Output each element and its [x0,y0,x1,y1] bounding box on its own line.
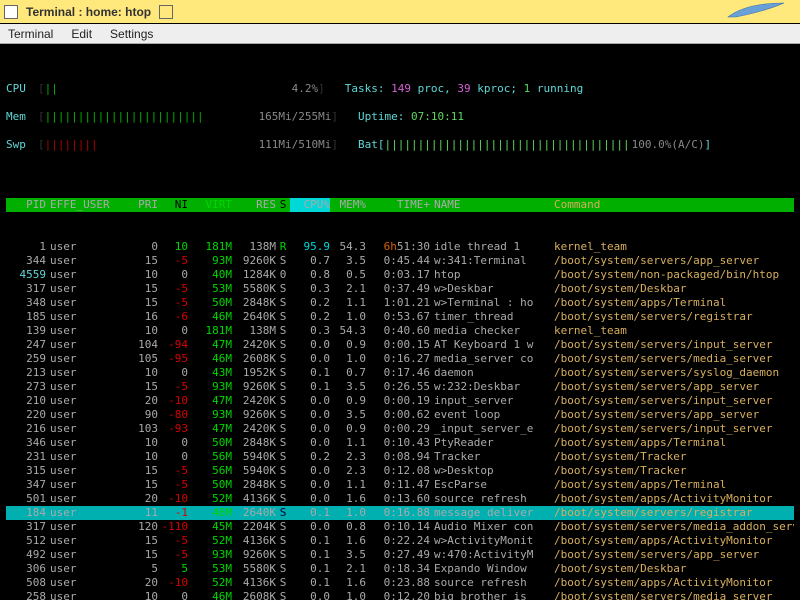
process-row[interactable]: 317user120-11045M2204KS0.00.80:10.14Audi… [6,520,794,534]
mem-meter-label: Mem [6,110,38,124]
process-row[interactable]: 247user104-9447M2420KS0.00.90:00.15AT Ke… [6,338,794,352]
process-row[interactable]: 231user10056M5940KS0.22.30:08.94Tracker/… [6,450,794,464]
process-row[interactable]: 1user010181M138MR95.954.36h51:30idle thr… [6,240,794,254]
swap-meter-label: Swp [6,138,38,152]
close-button[interactable] [4,5,18,19]
hdr-time[interactable]: TIME+ [366,198,430,212]
process-row[interactable]: 213user10043M1952KS0.10.70:17.46daemon/b… [6,366,794,380]
titlebar: Terminal : home: htop [0,0,800,24]
process-row[interactable]: 306user5553M5580KS0.12.10:18.34Expando W… [6,562,794,576]
menubar: Terminal Edit Settings [0,24,800,44]
hdr-cpu[interactable]: CPU% [290,198,330,212]
process-row[interactable]: 492user15-593M9260KS0.13.50:27.49w:470:A… [6,548,794,562]
zoom-button[interactable] [159,5,173,19]
menu-edit[interactable]: Edit [71,27,92,41]
process-row[interactable]: 344user15-593M9260KS0.73.50:45.44w:341:T… [6,254,794,268]
tasks-label: Tasks: 149 proc, 39 kproc; 1 running [345,82,583,96]
feather-decoration [726,1,786,22]
process-row[interactable]: 4559user10040M1284K00.80.50:03.17htop/bo… [6,268,794,282]
process-row[interactable]: 347user15-550M2848KS0.01.10:11.47EscPars… [6,478,794,492]
hdr-pri[interactable]: PRI [126,198,158,212]
process-row[interactable]: 501user20-1052M4136KS0.01.60:13.60source… [6,492,794,506]
process-row[interactable]: 508user20-1052M4136KS0.11.60:23.88source… [6,576,794,590]
process-row[interactable]: 317user15-553M5580KS0.32.10:37.49w>Deskb… [6,282,794,296]
process-row[interactable]: 315user15-556M5940KS0.02.30:12.08w>Deskt… [6,464,794,478]
window: Terminal : home: htop Terminal Edit Sett… [0,0,800,600]
process-row[interactable]: 259user105-9546M2608KS0.01.00:16.27media… [6,352,794,366]
process-list[interactable]: 1user010181M138MR95.954.36h51:30idle thr… [6,240,794,600]
hdr-cmd[interactable]: Command [550,198,794,212]
terminal[interactable]: CPU[|| 4.2%] Tasks: 149 proc, 39 kproc; … [0,44,800,600]
hdr-user[interactable]: EFFE_USER [46,198,126,212]
window-title: Terminal : home: htop [26,5,151,19]
hdr-ni[interactable]: NI [158,198,188,212]
process-row[interactable]: 512user15-552M4136KS0.11.60:22.24w>Activ… [6,534,794,548]
hdr-name[interactable]: NAME [430,198,550,212]
meters: CPU[|| 4.2%] Tasks: 149 proc, 39 kproc; … [6,68,794,166]
menu-settings[interactable]: Settings [110,27,153,41]
hdr-mem[interactable]: MEM% [330,198,366,212]
process-row[interactable]: 210user20-1047M2420KS0.00.90:00.19input_… [6,394,794,408]
process-row[interactable]: 185user16-646M2640KS0.21.00:53.67timer_t… [6,310,794,324]
hdr-pid[interactable]: PID [6,198,46,212]
uptime-label: Uptime: 07:10:11 [358,110,464,124]
cpu-meter-label: CPU [6,82,38,96]
process-row[interactable]: 220user90-8093M9260KS0.03.50:00.62event … [6,408,794,422]
process-row[interactable]: 346user10050M2848KS0.01.10:10.43PtyReade… [6,436,794,450]
process-row[interactable]: 273user15-593M9260KS0.13.50:26.55w:232:D… [6,380,794,394]
process-row[interactable]: 348user15-550M2848KS0.21.11:01.21w>Termi… [6,296,794,310]
process-row[interactable]: 139user100181M138MS0.354.30:40.60media c… [6,324,794,338]
process-row[interactable]: 258user10046M2608KS0.01.00:12.20big brot… [6,590,794,600]
menu-terminal[interactable]: Terminal [8,27,53,41]
hdr-res[interactable]: RES [232,198,276,212]
process-row[interactable]: 184user11-146M2640KS0.11.00:16.88message… [6,506,794,520]
column-headers[interactable]: PID EFFE_USER PRI NI VIRT RES S CPU% MEM… [6,198,794,212]
process-row[interactable]: 216user103-9347M2420KS0.00.90:00.29_inpu… [6,422,794,436]
battery-label: Bat[||||||||||||||||||||||||||||||||||||… [358,138,711,152]
hdr-virt[interactable]: VIRT [188,198,232,212]
hdr-s[interactable]: S [276,198,290,212]
